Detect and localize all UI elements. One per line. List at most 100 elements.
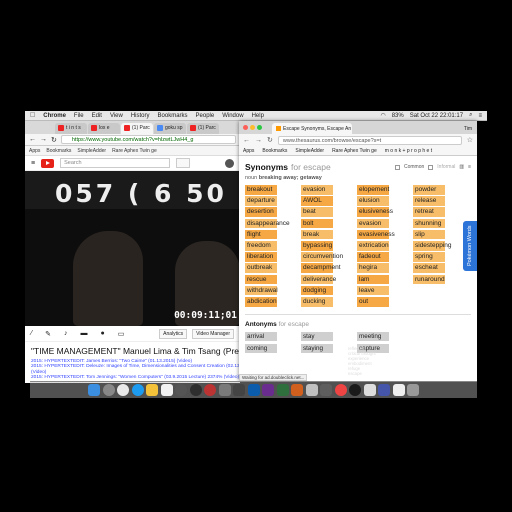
list-item-link[interactable]: 2015: HYPERTEXTEDIT: Tom Jennings: "Wome… [31,375,259,380]
app-icon[interactable] [334,384,347,396]
synonym-word[interactable]: rescue [245,274,277,285]
info-icon[interactable]: ● [101,330,105,337]
youtube-logo-icon[interactable] [41,158,55,168]
synonym-word[interactable]: spring [413,252,445,262]
synonym-word[interactable]: withdrawal [245,285,278,296]
pen-icon[interactable]: ✎ [45,330,51,338]
safari-icon[interactable] [131,384,144,396]
search-button[interactable] [176,158,191,168]
synonym-word[interactable]: evasion [357,218,389,229]
app-icon[interactable] [349,384,361,396]
menu-file[interactable]: File [74,113,84,119]
synonym-word[interactable]: break [301,229,333,240]
synonym-word[interactable]: slip [413,229,445,240]
chrome-icon[interactable] [117,384,129,396]
synonym-word[interactable]: retreat [413,207,445,218]
video-player[interactable]: 057 ( 6 50 00:09:11;01 [25,171,240,326]
menu-history[interactable]: History [131,113,150,119]
minimize-icon[interactable] [250,125,255,130]
app-icon[interactable] [204,384,216,396]
synonym-word[interactable]: extrication [357,240,389,251]
synonym-word[interactable]: elopement [357,185,389,195]
synonym-word[interactable]: bolt [301,218,333,229]
browser-tab-active[interactable]: (1) Parc [121,123,153,134]
bookmark-item[interactable]: SimpleAdder [295,148,324,154]
synonym-word[interactable]: abdication [245,296,277,307]
bookmark-star-icon[interactable]: ☆ [467,136,473,144]
itunes-icon[interactable] [175,384,187,396]
wand-icon[interactable]: ⁄ [31,330,32,337]
synonym-word[interactable]: hegira [357,263,389,273]
bookmark-item[interactable]: m o n k + p r o p h e t [385,148,432,154]
subtitles-icon[interactable]: ▭ [118,330,125,338]
hamburger-icon[interactable]: ≡ [31,160,35,167]
bookmark-item[interactable]: SimpleAdder [77,148,106,154]
synonym-word[interactable]: breakout [245,185,277,195]
synonym-word[interactable]: shunning [413,218,445,229]
synonym-word[interactable]: decampment [301,263,341,273]
synonym-word[interactable]: beat [301,207,333,218]
preview-icon[interactable] [305,384,318,396]
menubar-clock[interactable]: Sat Oct 22 22:01:17 [410,113,463,119]
synonym-word[interactable]: desertion [245,207,277,218]
app-icon[interactable] [291,384,303,396]
video-manager-button[interactable]: Video Manager [192,328,234,339]
synonym-word[interactable]: out [357,296,389,307]
browser-tab[interactable]: t i n t s [55,123,87,134]
synonym-word[interactable]: evasion [301,185,333,195]
browser-tab[interactable]: goku sp [154,123,186,134]
browser-tab[interactable]: lox e [88,123,120,134]
synonym-word[interactable]: dodging [301,285,333,296]
list-item-link[interactable]: 2015: HYPERTEXTEDIT: Deleuze: Images of … [31,364,259,375]
system-preferences-icon[interactable] [218,384,231,396]
informal-checkbox[interactable] [428,164,434,170]
browser-tab-active[interactable]: Escape Synonyms, Escape An [272,123,352,134]
synonym-word[interactable]: deliverance [301,274,336,285]
address-bar[interactable]: https://www.youtube.com/watch?v=hlzwtLJw… [60,135,236,144]
battery-percent[interactable]: 83% [392,113,404,119]
menu-people[interactable]: People [196,113,215,119]
menu-bookmarks[interactable]: Bookmarks [158,113,188,119]
antonym-word[interactable]: staying [301,343,333,353]
synonym-word[interactable]: sidestepping [413,240,452,251]
spotlight-icon[interactable]: ⌕ [469,112,472,119]
zoom-icon[interactable] [257,125,262,130]
text-edit-icon[interactable] [363,384,376,396]
synonym-word[interactable]: elusiveness [357,207,393,218]
pokemon-words-tab[interactable]: Pokémon Words [463,221,477,271]
forward-icon[interactable]: → [255,137,262,144]
bookmark-item[interactable]: Apps [243,148,254,154]
photoshop-icon[interactable] [247,384,260,396]
synonym-word[interactable]: flight [245,229,277,240]
synonym-word[interactable]: AWOL [301,196,333,206]
synonym-word[interactable]: powder [413,185,445,195]
avatar[interactable] [225,158,234,168]
antonym-word[interactable]: stay [301,331,333,341]
bookmark-item[interactable]: Bookmarks [262,148,287,154]
app-icon[interactable] [378,384,390,396]
comment-icon[interactable]: ▬ [81,330,88,337]
terminal-icon[interactable] [233,384,245,396]
music-icon[interactable]: ♪ [64,330,68,337]
back-icon[interactable]: ← [243,137,250,144]
antonym-word[interactable]: coming [245,343,277,353]
trash-icon[interactable] [407,384,419,396]
synonym-word[interactable]: circumvention [301,252,343,262]
menu-window[interactable]: Window [222,113,243,119]
reload-icon[interactable]: ↻ [267,136,273,144]
back-icon[interactable]: ← [29,136,36,143]
synonym-word[interactable]: release [413,196,445,206]
synonym-word[interactable]: runaround [413,274,445,285]
address-bar[interactable]: www.thesaurus.com/browse/escape?s=t [277,135,462,145]
forward-icon[interactable]: → [40,136,47,143]
synonym-word[interactable]: outbreak [245,263,277,273]
synonym-word[interactable]: bypassing [301,240,333,251]
common-checkbox[interactable] [394,164,400,170]
menu-edit[interactable]: Edit [92,113,102,119]
bookmark-item[interactable]: Rare Aphex Twin ge [332,148,377,154]
bookmark-item[interactable]: Apps [29,148,40,154]
apple-menu-icon[interactable]:  [30,112,35,119]
synonym-word[interactable]: fadeout [357,252,389,262]
finder-icon[interactable] [88,384,100,396]
bookmark-item[interactable]: Bookmarks [46,148,71,154]
